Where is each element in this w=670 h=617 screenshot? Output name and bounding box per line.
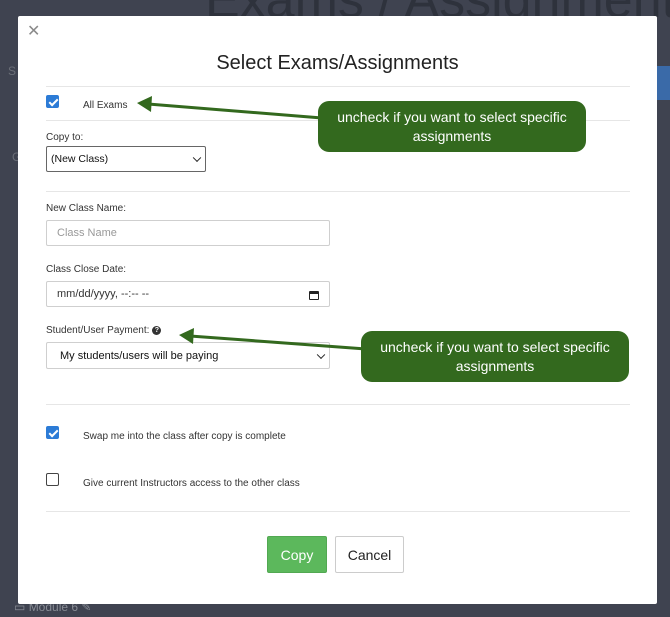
callout-all-exams: uncheck if you want to select specific a… xyxy=(318,101,586,152)
arrow-line xyxy=(189,334,367,351)
annotation-arrows xyxy=(137,96,367,351)
arrowhead xyxy=(137,96,152,112)
callout-payment: uncheck if you want to select specific a… xyxy=(361,331,629,382)
arrowhead xyxy=(179,328,194,344)
arrow-line xyxy=(147,102,323,120)
